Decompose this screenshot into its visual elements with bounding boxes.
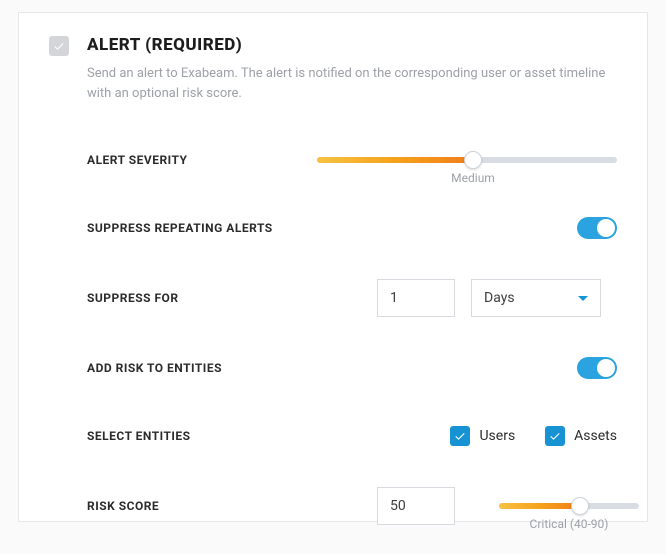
check-icon	[53, 40, 65, 52]
check-icon	[549, 430, 561, 442]
form-body: ALERT SEVERITY Medium SUPPRESS REPEATING…	[87, 143, 617, 525]
risk-score-range-label: Critical (40-90)	[530, 517, 609, 531]
severity-thumb[interactable]	[464, 151, 482, 169]
severity-slider[interactable]: Medium	[317, 157, 617, 163]
alert-checkbox[interactable]	[49, 36, 69, 56]
risk-score-slider[interactable]: Critical (40-90)	[499, 503, 639, 509]
risk-score-value[interactable]	[377, 487, 455, 525]
suppress-repeating-toggle[interactable]	[577, 217, 617, 239]
row-suppress-repeating: SUPPRESS REPEATING ALERTS	[87, 211, 617, 245]
entity-users-option[interactable]: Users	[450, 426, 515, 446]
check-icon	[454, 430, 466, 442]
suppress-for-value[interactable]	[377, 279, 455, 317]
users-checkbox[interactable]	[450, 426, 470, 446]
row-risk-score: RISK SCORE Critical (40-90)	[87, 487, 617, 525]
label-suppress-repeating: SUPPRESS REPEATING ALERTS	[87, 221, 317, 235]
assets-label: Assets	[574, 428, 617, 444]
add-risk-toggle[interactable]	[577, 357, 617, 379]
row-add-risk: ADD RISK TO ENTITIES	[87, 351, 617, 385]
row-alert-severity: ALERT SEVERITY Medium	[87, 143, 617, 177]
section-title: ALERT (REQUIRED)	[87, 35, 242, 55]
label-risk-score: RISK SCORE	[87, 499, 317, 513]
label-alert-severity: ALERT SEVERITY	[87, 153, 317, 167]
label-select-entities: SELECT ENTITIES	[87, 429, 317, 443]
label-suppress-for: SUPPRESS FOR	[87, 291, 317, 305]
users-label: Users	[479, 428, 515, 444]
row-select-entities: SELECT ENTITIES Users Assets	[87, 419, 617, 453]
chevron-down-icon	[578, 296, 588, 301]
toggle-knob	[597, 359, 615, 377]
alert-config-card: ALERT (REQUIRED) Send an alert to Exabea…	[18, 12, 648, 522]
risk-score-thumb[interactable]	[571, 497, 589, 515]
entity-assets-option[interactable]: Assets	[545, 426, 617, 446]
severity-value-label: Medium	[451, 171, 495, 185]
section-description: Send an alert to Exabeam. The alert is n…	[87, 64, 607, 103]
row-suppress-for: SUPPRESS FOR Days	[87, 279, 617, 317]
toggle-knob	[597, 219, 615, 237]
assets-checkbox[interactable]	[545, 426, 565, 446]
header: ALERT (REQUIRED)	[49, 35, 617, 56]
label-add-risk: ADD RISK TO ENTITIES	[87, 361, 317, 375]
suppress-for-unit-value: Days	[484, 290, 515, 306]
suppress-for-unit-select[interactable]: Days	[471, 279, 601, 317]
